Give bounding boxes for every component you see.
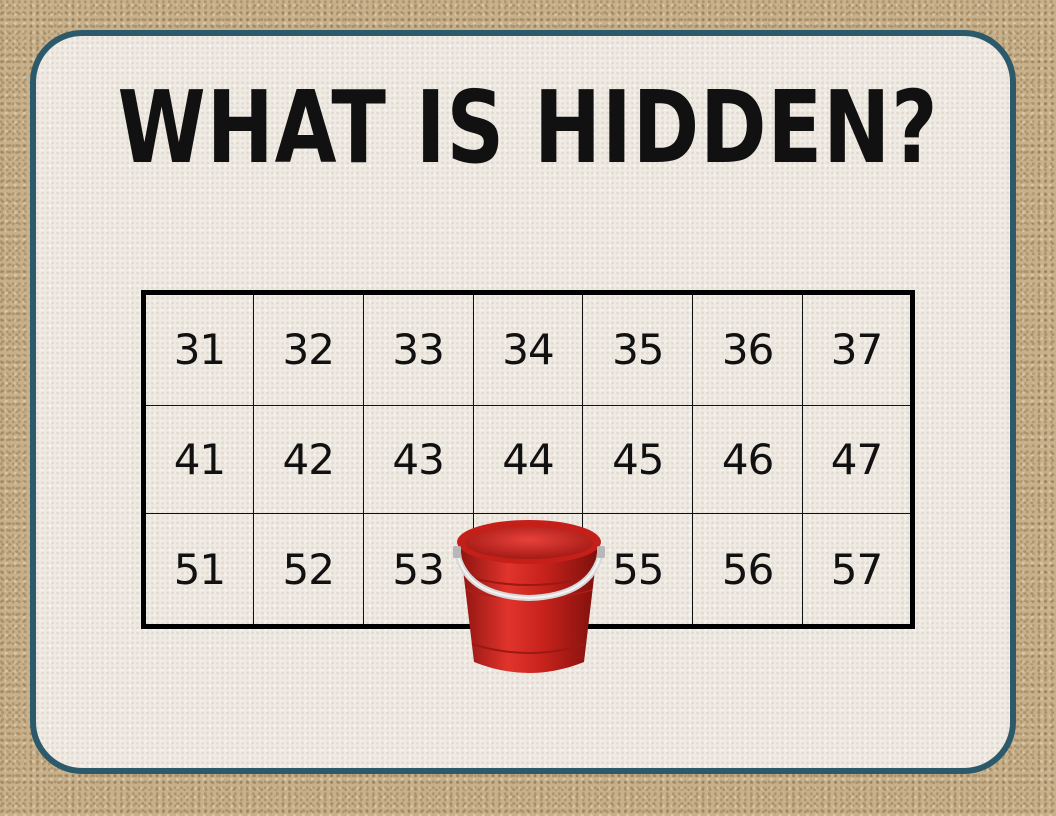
grid-cell: 33 [362,292,474,406]
grid-cell: 44 [472,404,584,515]
page-title: WHAT IS HIDDEN? [117,69,939,186]
grid-cell: 52 [252,513,364,627]
grid-cell: 36 [692,292,804,406]
grid-cell: 57 [802,513,913,627]
grid-cell: 51 [143,513,254,627]
grid-cell: 41 [143,404,254,515]
grid-cell: 45 [582,404,694,515]
grid-cell: 32 [252,292,364,406]
grid-row: 31 32 33 34 35 36 37 [143,292,913,406]
grid-cell: 31 [143,292,254,406]
grid-cell: 56 [692,513,804,627]
grid-cell: 42 [252,404,364,515]
grid-cell: 47 [802,404,913,515]
grid-cell: 46 [692,404,804,515]
grid-cell: 34 [472,292,584,406]
grid-cell: 37 [802,292,913,406]
red-bucket-icon[interactable] [452,512,606,682]
grid-cell: 43 [362,404,474,515]
grid-row: 41 42 43 44 45 46 47 [143,404,913,515]
grid-cell: 35 [582,292,694,406]
